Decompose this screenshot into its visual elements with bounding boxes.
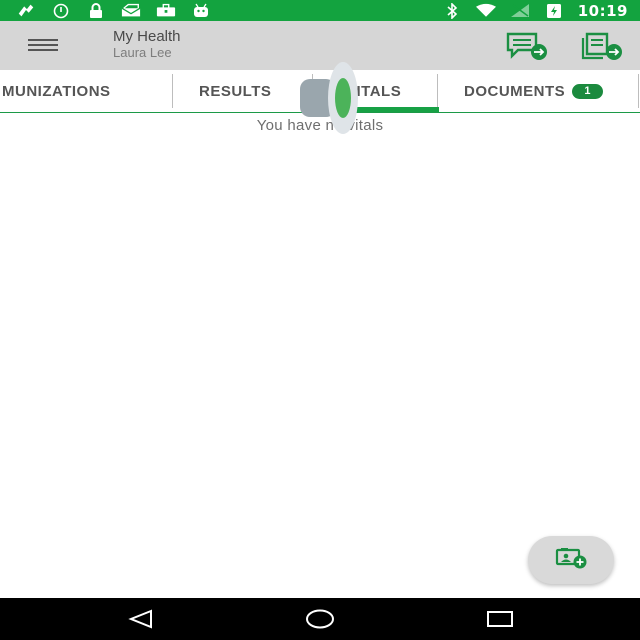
tab-label: DOCUMENTS bbox=[464, 82, 566, 100]
patient-name: Laura Lee bbox=[113, 45, 172, 60]
tab-divider bbox=[172, 74, 173, 108]
system-nav-bar bbox=[0, 598, 640, 640]
status-bar-left-icons bbox=[16, 2, 211, 19]
tab-divider bbox=[437, 74, 438, 108]
fax-icon bbox=[16, 3, 36, 18]
tab-documents[interactable]: DOCUMENTS 1 bbox=[464, 70, 604, 112]
tab-label: RESULTS bbox=[199, 82, 272, 100]
wifi-icon bbox=[475, 3, 496, 18]
tab-immunizations[interactable]: MUNIZATIONS bbox=[2, 70, 111, 112]
tab-results[interactable]: RESULTS bbox=[199, 70, 271, 112]
document-forward-icon[interactable] bbox=[581, 32, 622, 60]
tab-label: MUNIZATIONS bbox=[2, 82, 111, 100]
loading-spinner-icon bbox=[299, 61, 359, 135]
lock-icon bbox=[86, 2, 106, 18]
tab-divider bbox=[638, 74, 639, 108]
recents-icon[interactable] bbox=[486, 608, 514, 630]
signal-icon bbox=[510, 3, 530, 18]
page-title: My Health bbox=[113, 28, 181, 45]
bluetooth-icon bbox=[442, 2, 462, 19]
add-document-button[interactable] bbox=[528, 536, 614, 584]
status-time: 10:19 bbox=[577, 1, 628, 20]
hamburger-menu-icon[interactable] bbox=[28, 38, 60, 54]
message-forward-icon[interactable] bbox=[506, 32, 547, 60]
status-bar-right-icons: 10:19 bbox=[442, 1, 628, 20]
mail-icon bbox=[121, 3, 141, 18]
alarm-icon bbox=[51, 3, 71, 18]
status-bar: 10:19 bbox=[0, 0, 640, 21]
battery-charging-icon bbox=[544, 3, 564, 18]
home-icon[interactable] bbox=[306, 608, 334, 630]
back-icon[interactable] bbox=[127, 608, 155, 630]
documents-count-badge: 1 bbox=[572, 83, 604, 99]
briefcase-icon bbox=[156, 3, 176, 18]
app-bar-title-block: My Health Laura Lee bbox=[113, 28, 181, 60]
android-icon bbox=[191, 3, 211, 18]
add-document-icon bbox=[554, 547, 588, 574]
